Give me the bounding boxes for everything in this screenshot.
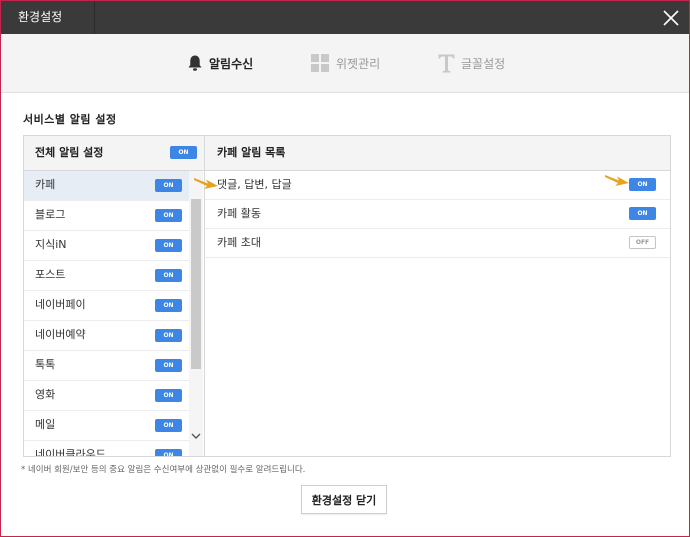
cafe-notification-panel: 카페 알림 목록 댓글, 답변, 답글 ON 카페 활동 ON 카페 초대 OF…: [205, 136, 670, 456]
window-title: 환경설정: [18, 10, 63, 24]
notification-settings-panel: 전체 알림 설정 ON 카페 ON 블로그 ON 지식iN ON 포스트 ON …: [23, 135, 671, 457]
section-title: 서비스별 알림 설정: [23, 113, 117, 126]
service-toggle[interactable]: ON: [155, 449, 182, 456]
service-label: 네이버클라우드: [35, 448, 106, 456]
widget-grid-icon: [311, 53, 330, 73]
service-label: 포스트: [35, 268, 66, 281]
title-divider: [94, 1, 95, 34]
service-toggle[interactable]: ON: [155, 209, 182, 222]
scrollbar-thumb[interactable]: [191, 199, 201, 369]
notification-item-cafe-invite: 카페 초대 OFF: [205, 229, 670, 258]
service-toggle[interactable]: ON: [155, 299, 182, 312]
notification-toggle[interactable]: ON: [629, 178, 656, 191]
notification-toggle[interactable]: OFF: [629, 236, 656, 249]
tab-widgets[interactable]: 위젯관리: [311, 34, 380, 92]
close-icon: [663, 10, 679, 26]
service-label: 카페: [35, 178, 56, 191]
tab-widgets-label: 위젯관리: [336, 56, 381, 71]
service-label: 메일: [35, 418, 56, 431]
service-item-mail[interactable]: 메일 ON: [24, 411, 189, 441]
service-toggle[interactable]: ON: [155, 389, 182, 402]
arrow-pointer-icon: [605, 175, 629, 186]
notification-label: 카페 활동: [217, 207, 261, 220]
service-item-blog[interactable]: 블로그 ON: [24, 201, 189, 231]
service-item-talktalk[interactable]: 톡톡 ON: [24, 351, 189, 381]
tab-notifications-label: 알림수신: [209, 56, 254, 71]
service-label: 톡톡: [35, 358, 56, 371]
service-item-cafe[interactable]: 카페 ON: [24, 171, 189, 201]
tab-fonts[interactable]: 글꼴설정: [438, 34, 505, 92]
service-item-naverpay[interactable]: 네이버페이 ON: [24, 291, 189, 321]
notification-label: 카페 초대: [217, 236, 261, 249]
service-list-panel: 전체 알림 설정 ON 카페 ON 블로그 ON 지식iN ON 포스트 ON …: [24, 136, 205, 456]
cafe-notification-title: 카페 알림 목록: [217, 146, 286, 159]
all-notifications-label: 전체 알림 설정: [35, 146, 104, 159]
service-toggle[interactable]: ON: [155, 419, 182, 432]
service-toggle[interactable]: ON: [155, 269, 182, 282]
service-item-naver-booking[interactable]: 네이버예약 ON: [24, 321, 189, 351]
service-label: 네이버예약: [35, 328, 86, 341]
service-list: 카페 ON 블로그 ON 지식iN ON 포스트 ON 네이버페이 ON 네이버…: [24, 171, 189, 456]
bell-icon: [187, 54, 203, 72]
settings-tabs: 알림수신 위젯관리 글꼴설정: [1, 34, 689, 93]
notification-item-comments: 댓글, 답변, 답글 ON: [205, 171, 670, 200]
tab-notifications[interactable]: 알림수신: [187, 34, 253, 92]
service-toggle[interactable]: ON: [155, 179, 182, 192]
notice-text: * 네이버 회원/보안 등의 중요 알림은 수신여부에 상관없이 필수로 알려드…: [21, 465, 306, 475]
notification-item-cafe-activity: 카페 활동 ON: [205, 200, 670, 229]
title-bar: 환경설정: [1, 1, 689, 34]
arrow-pointer-icon: [194, 178, 218, 189]
close-settings-button[interactable]: 환경설정 닫기: [301, 485, 387, 514]
settings-window: 환경설정 알림수신 위젯관리 글꼴설정 서비스별 알림 설정 전체 알림 설정 …: [1, 1, 689, 536]
chevron-down-icon[interactable]: [190, 431, 202, 441]
close-window-button[interactable]: [653, 1, 689, 34]
service-item-kin[interactable]: 지식iN ON: [24, 231, 189, 261]
service-item-post[interactable]: 포스트 ON: [24, 261, 189, 291]
notification-label: 댓글, 답변, 답글: [217, 178, 292, 191]
service-list-scrollbar[interactable]: [189, 171, 203, 456]
all-notifications-toggle[interactable]: ON: [170, 146, 197, 159]
service-label: 네이버페이: [35, 298, 86, 311]
service-toggle[interactable]: ON: [155, 359, 182, 372]
service-item-naver-cloud[interactable]: 네이버클라우드 ON: [24, 441, 189, 456]
notification-toggle[interactable]: ON: [629, 207, 656, 220]
font-t-icon: [438, 54, 455, 73]
all-notifications-header: 전체 알림 설정 ON: [24, 136, 204, 171]
service-toggle[interactable]: ON: [155, 239, 182, 252]
service-label: 지식iN: [35, 238, 67, 251]
cafe-notification-header: 카페 알림 목록: [205, 136, 670, 171]
service-label: 영화: [35, 388, 56, 401]
tab-fonts-label: 글꼴설정: [461, 56, 506, 71]
service-item-movie[interactable]: 영화 ON: [24, 381, 189, 411]
service-toggle[interactable]: ON: [155, 329, 182, 342]
service-label: 블로그: [35, 208, 66, 221]
